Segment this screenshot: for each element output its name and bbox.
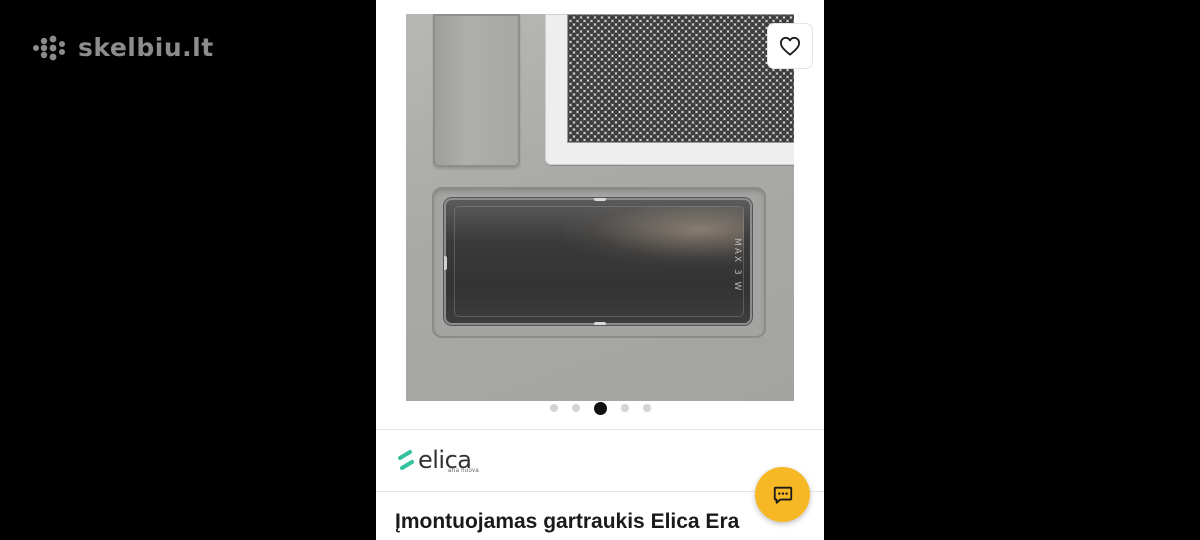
gallery-dot-2[interactable]	[571, 404, 580, 412]
photo-filter-mesh	[567, 14, 794, 143]
photo-grease-filter	[545, 14, 794, 165]
gallery-dot-4[interactable]	[620, 404, 629, 412]
skelbiu-logo-dots-icon	[33, 35, 65, 60]
photo-side-slot	[433, 14, 520, 167]
listing-title: Įmontuojamas gartraukis Elica Era	[395, 510, 740, 533]
product-photo[interactable]: MAX 3 W	[406, 14, 794, 401]
lamp-label: MAX 3 W	[732, 238, 742, 293]
gallery-dot-3-active[interactable]	[593, 401, 607, 415]
site-logo[interactable]: skelbiu.lt	[32, 33, 214, 62]
listing-panel: MAX 3 W elica aria nuova Įmontuojamas ga…	[376, 0, 824, 540]
favorite-button[interactable]	[768, 24, 812, 68]
photo-lamp-recess: MAX 3 W	[432, 187, 766, 338]
chat-button[interactable]	[755, 467, 810, 522]
photo-lamp-cover: MAX 3 W	[444, 198, 752, 325]
image-gallery[interactable]: MAX 3 W	[376, 0, 824, 428]
logo-text: skelbiu.lt	[78, 33, 214, 62]
gallery-dot-1[interactable]	[549, 404, 558, 412]
gallery-pagination	[376, 400, 824, 416]
gallery-dot-5[interactable]	[642, 404, 651, 412]
seller-brand-logo[interactable]: elica aria nuova	[398, 444, 479, 476]
chat-bubble-icon	[773, 486, 792, 504]
divider	[376, 429, 824, 430]
brand-tagline: aria nuova	[448, 468, 480, 474]
elica-mark-icon	[398, 450, 414, 470]
heart-outline-icon	[780, 36, 800, 56]
